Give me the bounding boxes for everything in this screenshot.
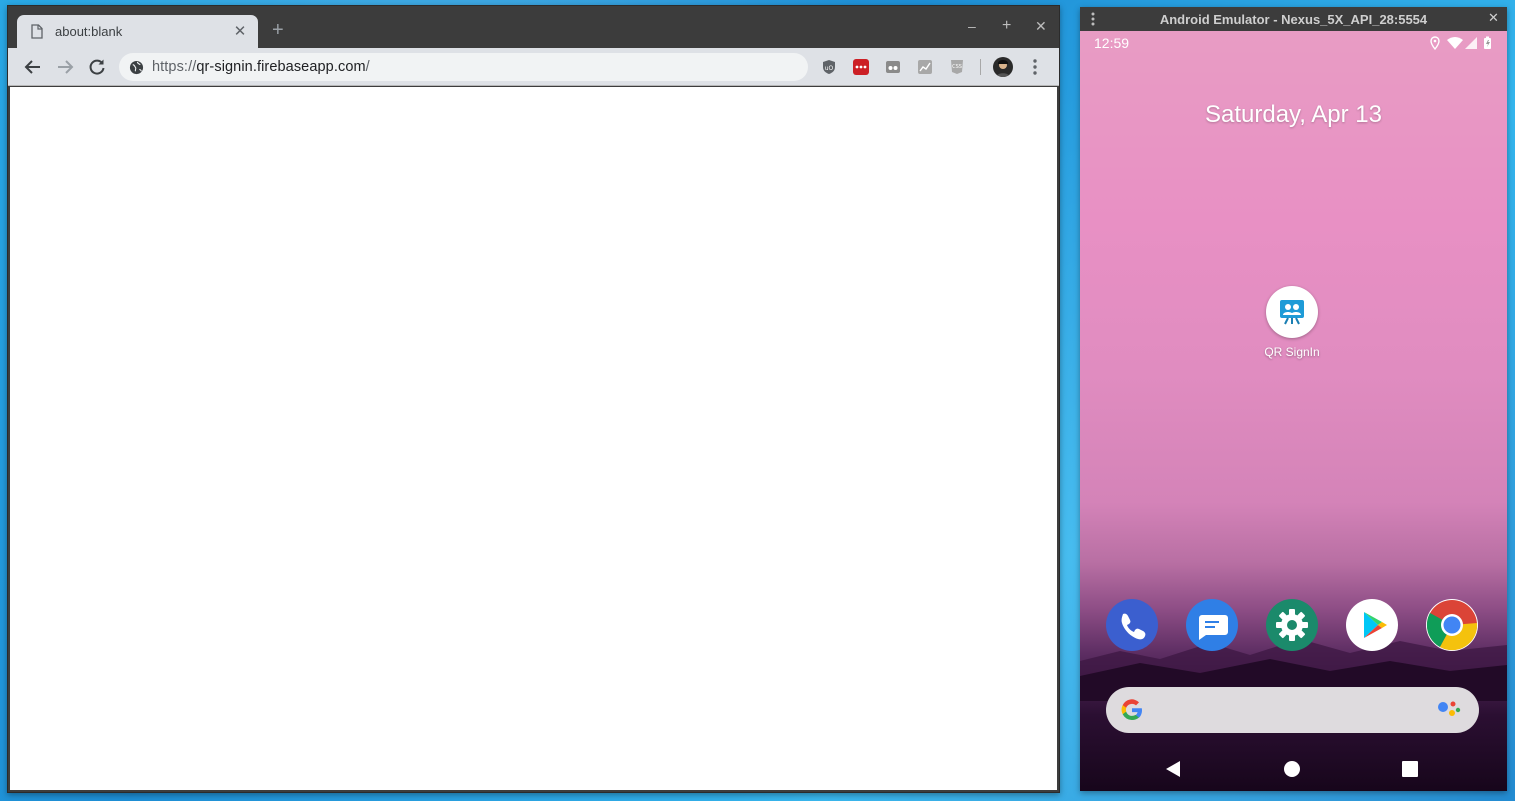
globe-icon bbox=[129, 60, 144, 74]
url-host: qr-signin.firebaseapp.com bbox=[196, 59, 366, 75]
toolbar-separator bbox=[980, 59, 981, 75]
gear-icon bbox=[1276, 609, 1308, 641]
phone-icon[interactable] bbox=[1106, 599, 1158, 651]
wifi-icon bbox=[1447, 37, 1463, 49]
browser-toolbar: https://qr-signin.firebaseapp.com/ uO CS… bbox=[8, 48, 1059, 86]
status-time: 12:59 bbox=[1094, 35, 1130, 51]
svg-text:uO: uO bbox=[825, 65, 834, 72]
chrome-icon[interactable] bbox=[1426, 599, 1478, 651]
ublock-icon[interactable]: uO bbox=[821, 59, 837, 75]
close-window-button[interactable]: ✕ bbox=[1035, 18, 1047, 34]
url-scheme: https:// bbox=[152, 59, 197, 75]
google-search-bar[interactable] bbox=[1106, 687, 1479, 733]
tab-about-blank[interactable]: about:blank ✕ bbox=[17, 15, 258, 48]
assistant-icon[interactable] bbox=[1437, 699, 1463, 721]
svg-text:CSS: CSS bbox=[952, 64, 962, 70]
back-nav-icon bbox=[1166, 761, 1180, 777]
handset-glyph bbox=[1121, 613, 1146, 640]
address-bar[interactable]: https://qr-signin.firebaseapp.com/ bbox=[119, 53, 808, 81]
extension-icon[interactable] bbox=[885, 59, 901, 75]
url-text: https://qr-signin.firebaseapp.com/ bbox=[152, 59, 370, 75]
lastpass-icon[interactable] bbox=[853, 59, 869, 75]
document-icon bbox=[31, 24, 43, 39]
page-viewport[interactable] bbox=[10, 87, 1057, 790]
message-bubble-glyph bbox=[1199, 615, 1228, 640]
date-widget[interactable]: Saturday, Apr 13 bbox=[1080, 101, 1507, 129]
battery-icon bbox=[1484, 36, 1491, 49]
app-label: QR SignIn bbox=[1264, 345, 1320, 359]
minimize-button[interactable]: – bbox=[968, 18, 976, 34]
signal-icon bbox=[1465, 37, 1477, 49]
tab-close-icon[interactable]: ✕ bbox=[232, 23, 248, 40]
play-triangle-glyph bbox=[1364, 612, 1387, 638]
maximize-button[interactable]: + bbox=[1002, 18, 1011, 34]
emulator-close-icon[interactable]: ✕ bbox=[1488, 11, 1500, 25]
people-board-icon bbox=[1280, 300, 1304, 325]
reload-icon[interactable] bbox=[87, 57, 107, 77]
css-extension-icon[interactable]: CSS bbox=[949, 59, 965, 75]
url-path: / bbox=[365, 59, 370, 75]
emulator-title: Android Emulator - Nexus_5X_API_28:5554 bbox=[1159, 11, 1428, 27]
qr-signin-app-icon[interactable] bbox=[1266, 286, 1318, 338]
recents-nav-icon bbox=[1402, 761, 1418, 777]
emulator-menu-icon[interactable] bbox=[1091, 12, 1095, 26]
new-tab-button[interactable]: + bbox=[272, 20, 284, 40]
google-g-icon bbox=[1121, 699, 1142, 721]
messages-icon[interactable] bbox=[1186, 599, 1238, 651]
nav-bar bbox=[1166, 761, 1418, 777]
forward-icon[interactable] bbox=[55, 57, 75, 77]
location-icon bbox=[1430, 36, 1440, 50]
home-nav-icon bbox=[1284, 761, 1300, 777]
status-icons bbox=[1430, 36, 1491, 50]
chrome-window: about:blank ✕ + – + ✕ https://qr-signin.… bbox=[7, 5, 1060, 793]
emulator-title-bar: Android Emulator - Nexus_5X_API_28:5554 … bbox=[1080, 7, 1507, 31]
play-store-icon[interactable] bbox=[1346, 599, 1398, 651]
chart-extension-icon[interactable] bbox=[917, 59, 933, 75]
status-bar: 12:59 bbox=[1080, 31, 1507, 55]
chrome-logo-glyph bbox=[1426, 600, 1478, 651]
android-emulator-window: Android Emulator - Nexus_5X_API_28:5554 … bbox=[1080, 7, 1507, 791]
phone-screen[interactable]: 12:59 Saturday, Apr 13 QR SignIn bbox=[1080, 31, 1507, 791]
menu-icon[interactable] bbox=[1028, 58, 1042, 76]
tab-strip: about:blank ✕ + – + ✕ bbox=[8, 6, 1059, 48]
tab-title: about:blank bbox=[55, 24, 123, 39]
settings-icon[interactable] bbox=[1266, 599, 1318, 651]
avatar[interactable] bbox=[993, 57, 1013, 77]
profile-picture-icon bbox=[996, 60, 1010, 77]
back-icon[interactable] bbox=[23, 57, 43, 77]
